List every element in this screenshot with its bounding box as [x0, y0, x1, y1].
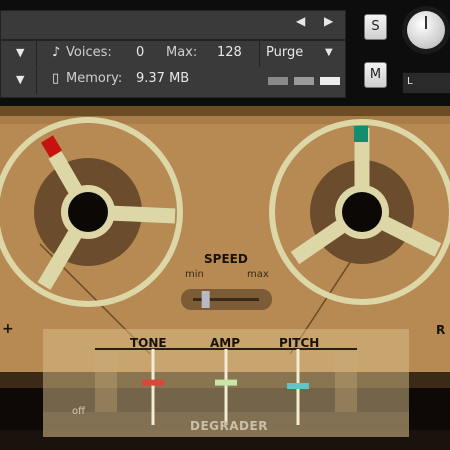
left-side-label: + [2, 321, 14, 337]
memory-label: Memory: [66, 71, 123, 86]
speed-max-label: max [247, 269, 269, 280]
speed-slider-handle[interactable] [201, 291, 210, 308]
purge-label: Purge [266, 45, 304, 60]
pan-slider[interactable]: L [402, 72, 450, 94]
amp-slider-handle[interactable] [215, 379, 237, 386]
voices-value: 0 [136, 45, 145, 60]
degrader-inner-right [335, 352, 357, 412]
left-reel-marker [40, 135, 63, 158]
right-reel-marker [354, 126, 368, 142]
instrument-header: ◀ ▶ ▼ ▼ ♪ Voices: 0 Max: 128 ▯ Memory: 9… [0, 0, 450, 106]
memory-value: 9.37 MB [136, 71, 190, 86]
voices-label: Voices: [66, 45, 112, 60]
tone-label: TONE [130, 336, 167, 350]
degrader-title: DEGRADER [190, 419, 268, 433]
top-trim [0, 106, 450, 116]
pitch-slider-handle[interactable] [287, 383, 309, 389]
level-meter-segment [294, 77, 314, 85]
pan-label: L [407, 76, 413, 87]
right-reel [269, 119, 450, 305]
memory-icon: ▯ [52, 71, 60, 86]
degrader-off-label: off [72, 406, 86, 417]
degrader-inner-left [95, 352, 117, 412]
amp-label: AMP [210, 336, 241, 350]
level-meter-segment [268, 77, 288, 85]
right-side-label: R [436, 323, 446, 337]
midi-dropdown-arrow-icon: ▼ [16, 73, 25, 86]
left-reel [0, 117, 183, 307]
next-preset-arrow-icon[interactable]: ▶ [324, 14, 333, 28]
tape-machine-graphics [0, 106, 450, 450]
tone-slider-handle[interactable] [142, 379, 164, 386]
tune-knob[interactable] [402, 6, 450, 58]
voices-note-icon: ♪ [52, 45, 61, 60]
speed-label: SPEED [204, 252, 248, 266]
max-voices-value[interactable]: 128 [217, 45, 242, 60]
tape-machine-panel: SPEED min max TONE AMP PITCH off DEGRADE… [0, 106, 450, 450]
prev-preset-arrow-icon[interactable]: ◀ [296, 14, 305, 28]
pitch-label: PITCH [279, 336, 320, 350]
instrument-name-bar[interactable] [0, 10, 346, 40]
mute-button[interactable]: M [364, 62, 387, 88]
max-voices-label: Max: [166, 45, 198, 60]
level-meter-segment [320, 77, 340, 85]
output-dropdown-arrow-icon: ▼ [16, 46, 25, 59]
solo-button[interactable]: S [364, 14, 387, 40]
purge-dropdown-arrow-icon: ▼ [325, 47, 333, 58]
speed-min-label: min [185, 269, 204, 280]
